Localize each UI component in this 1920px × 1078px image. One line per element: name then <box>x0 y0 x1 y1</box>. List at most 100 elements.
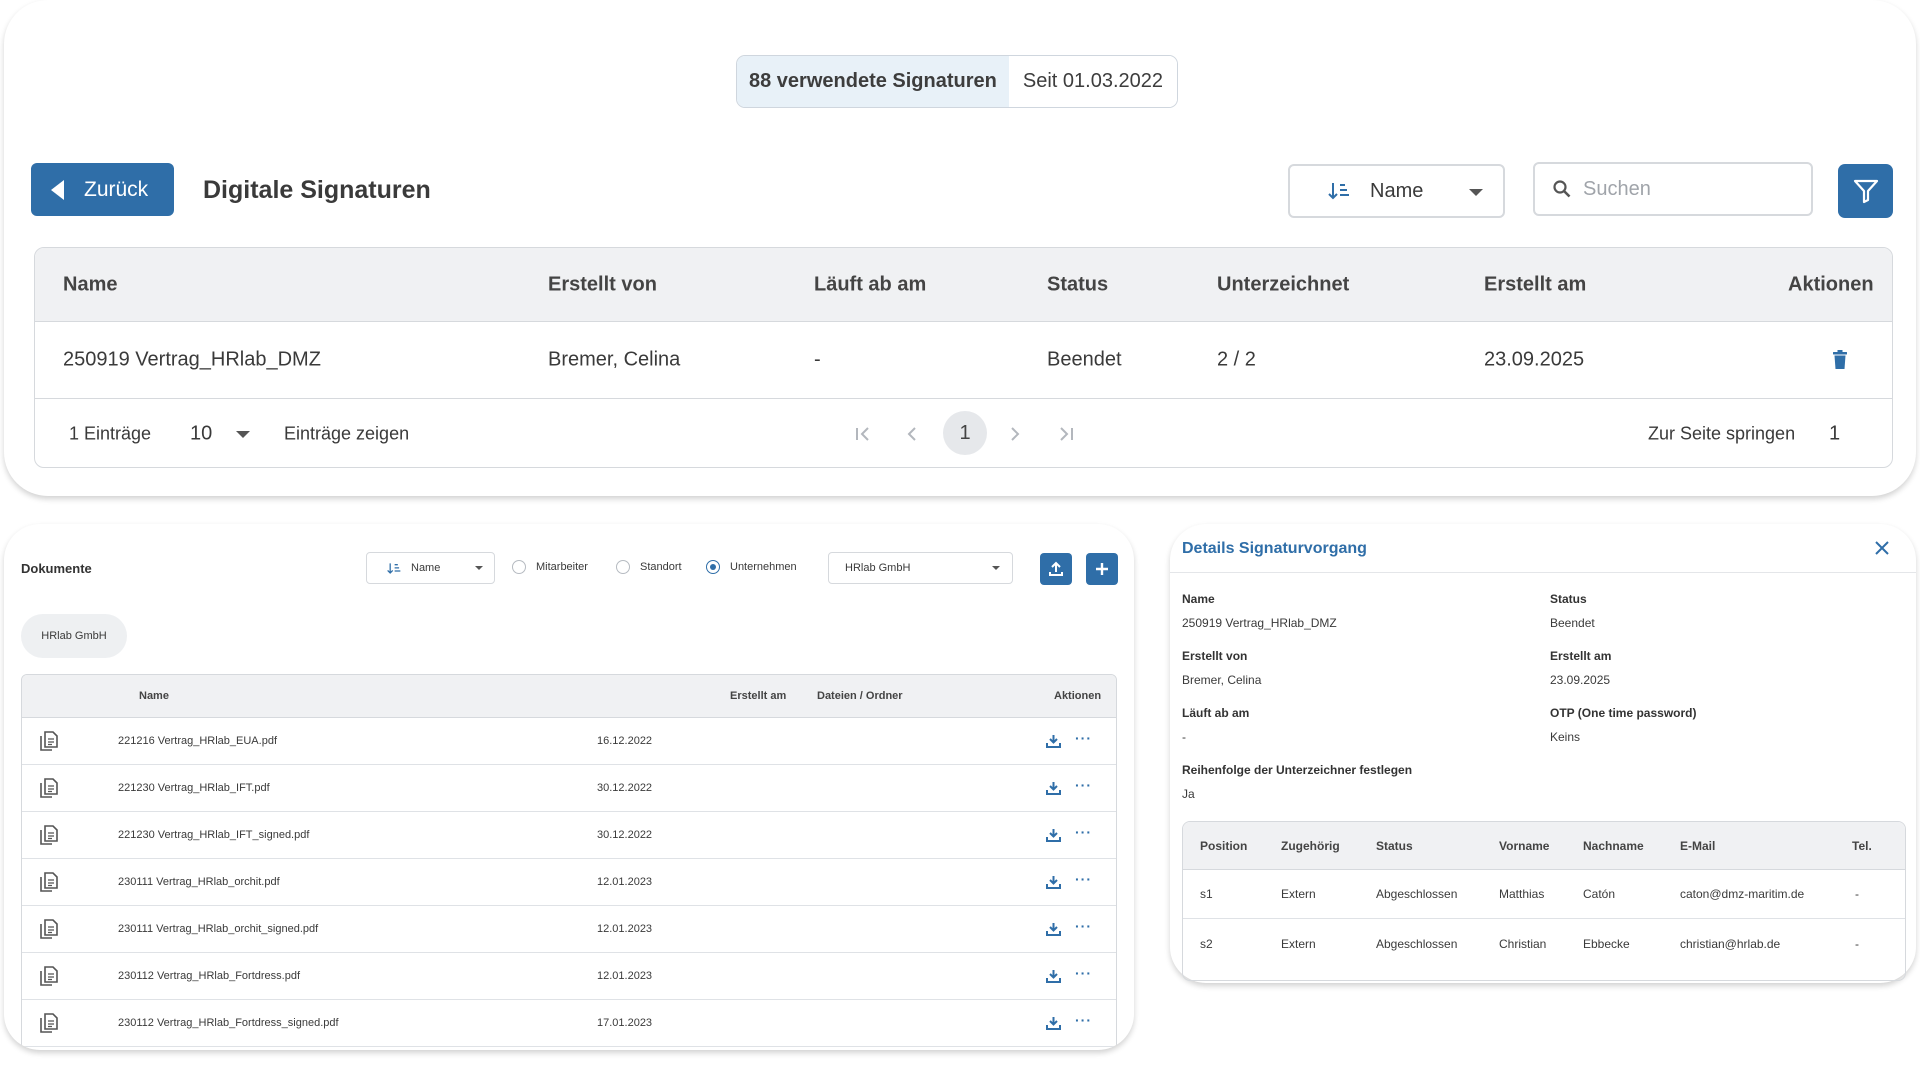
field-label-otp: OTP (One time password) <box>1550 706 1697 720</box>
table-row[interactable]: 230112 Vertrag_HRlab_Fortdress_signed.pd… <box>22 1000 1116 1047</box>
page-title: Digitale Signaturen <box>203 176 431 204</box>
cell-document-name[interactable]: 230112 Vertrag_HRlab_Fortdress.pdf <box>118 970 300 982</box>
company-select[interactable]: HRlab GmbH <box>828 552 1013 584</box>
trash-icon[interactable] <box>1832 350 1848 370</box>
documents-table: Name Erstellt am Dateien / Ordner Aktion… <box>21 674 1117 1050</box>
radio-button-selected[interactable] <box>706 560 720 574</box>
cell-document-name[interactable]: 230111 Vertrag_HRlab_orchit_signed.pdf <box>118 923 318 935</box>
column-header-created-at[interactable]: Erstellt am <box>730 690 786 702</box>
column-header-name[interactable]: Name <box>139 690 169 702</box>
radio-button[interactable] <box>616 560 630 574</box>
column-header-phone[interactable]: Tel. <box>1852 839 1872 853</box>
more-options-icon[interactable]: ··· <box>1075 871 1092 887</box>
more-options-icon[interactable]: ··· <box>1075 824 1092 840</box>
filter-button[interactable] <box>1838 164 1893 218</box>
field-label-created-at: Erstellt am <box>1550 649 1612 663</box>
chevron-down-icon[interactable] <box>236 431 250 438</box>
table-row[interactable]: 221230 Vertrag_HRlab_IFT.pdf 30.12.2022 ··… <box>22 765 1116 812</box>
document-icon <box>40 919 58 939</box>
search-input[interactable] <box>1583 177 1783 201</box>
column-header-belongs[interactable]: Zugehörig <box>1281 839 1340 853</box>
column-header-email[interactable]: E-Mail <box>1680 839 1715 853</box>
page-number-current[interactable]: 1 <box>943 411 987 455</box>
details-title: Details Signaturvorgang <box>1182 540 1367 557</box>
first-page-icon[interactable] <box>855 426 871 442</box>
column-header-expires[interactable]: Läuft ab am <box>814 273 926 296</box>
download-icon[interactable] <box>1046 875 1061 889</box>
field-label-expires: Läuft ab am <box>1182 706 1250 720</box>
cell-document-name[interactable]: 221230 Vertrag_HRlab_IFT_signed.pdf <box>118 829 309 841</box>
cell-document-name[interactable]: 221230 Vertrag_HRlab_IFT.pdf <box>118 782 270 794</box>
radio-label: Unternehmen <box>730 561 797 573</box>
jump-to-page-label: Zur Seite springen <box>1648 423 1796 444</box>
sort-select[interactable]: Name <box>1288 164 1505 218</box>
column-header-files-folders[interactable]: Dateien / Ordner <box>817 690 903 702</box>
column-header-position[interactable]: Position <box>1200 839 1247 853</box>
table-row[interactable]: s2 Extern Abgeschlossen Christian Ebbeck… <box>1183 919 1905 968</box>
table-row[interactable]: 230111 Vertrag_HRlab_orchit_signed.pdf 12… <box>22 906 1116 953</box>
field-value-created-at: 23.09.2025 <box>1550 673 1611 687</box>
table-row[interactable]: 250919 Vertrag_HRlab_DMZ Bremer, Celina … <box>35 322 1892 399</box>
download-icon[interactable] <box>1046 734 1061 748</box>
close-icon[interactable] <box>1874 540 1890 556</box>
back-button[interactable]: Zurück <box>31 163 174 216</box>
cell-created-at: 12.01.2023 <box>597 970 653 982</box>
cell-created-at: 30.12.2022 <box>597 829 653 841</box>
radio-standort[interactable]: Standort <box>616 560 682 574</box>
entries-count: 1 Einträge <box>69 423 152 444</box>
column-header-status[interactable]: Status <box>1376 839 1413 853</box>
field-value-otp: Keins <box>1550 730 1581 744</box>
download-icon[interactable] <box>1046 1016 1061 1030</box>
table-row[interactable]: 221230 Vertrag_HRlab_IFT_signed.pdf 30.12… <box>22 812 1116 859</box>
cell-document-name[interactable]: 230112 Vertrag_HRlab_Fortdress_signed.pd… <box>118 1017 339 1029</box>
field-label-created-by: Erstellt von <box>1182 649 1248 663</box>
filter-icon <box>1853 179 1878 204</box>
company-select-value: HRlab GmbH <box>845 562 911 574</box>
document-icon <box>40 731 58 751</box>
table-row[interactable]: s1 Extern Abgeschlossen Matthias Catón c… <box>1183 870 1905 919</box>
previous-page-icon[interactable] <box>906 426 918 442</box>
table-row[interactable]: 221216 Vertrag_HRlab_EUA.pdf 16.12.2022 ··… <box>22 718 1116 765</box>
chevron-down-icon <box>1469 189 1483 196</box>
column-header-status[interactable]: Status <box>1047 273 1108 296</box>
cell-document-name[interactable]: 230111 Vertrag_HRlab_orchit.pdf <box>118 876 280 888</box>
column-header-created-at[interactable]: Erstellt am <box>1484 273 1586 296</box>
download-icon[interactable] <box>1046 922 1061 936</box>
cell-created-at: 30.12.2022 <box>597 782 653 794</box>
more-options-icon[interactable]: ··· <box>1075 777 1092 793</box>
upload-button[interactable] <box>1040 553 1072 585</box>
sort-select-value: Name <box>1370 179 1424 202</box>
column-header-first-name[interactable]: Vorname <box>1499 839 1549 853</box>
documents-sort-value: Name <box>411 562 441 574</box>
download-icon[interactable] <box>1046 828 1061 842</box>
show-entries-label: Einträge zeigen <box>284 423 410 444</box>
table-header: Position Zugehörig Status Vorname Nachna… <box>1183 822 1905 870</box>
column-header-created-by[interactable]: Erstellt von <box>548 273 657 296</box>
column-header-name[interactable]: Name <box>63 273 117 296</box>
download-icon[interactable] <box>1046 781 1061 795</box>
table-row[interactable]: 230111 Vertrag_HRlab_orchit.pdf 12.01.202… <box>22 859 1116 906</box>
more-options-icon[interactable]: ··· <box>1075 965 1092 981</box>
field-value-name: 250919 Vertrag_HRlab_DMZ <box>1182 616 1337 630</box>
more-options-icon[interactable]: ··· <box>1075 1012 1092 1028</box>
cell-document-name[interactable]: 221216 Vertrag_HRlab_EUA.pdf <box>118 735 277 747</box>
search-box[interactable] <box>1533 162 1813 216</box>
page-size-select[interactable]: 10 <box>190 423 212 446</box>
document-icon <box>40 825 58 845</box>
next-page-icon[interactable] <box>1009 426 1021 442</box>
radio-unternehmen[interactable]: Unternehmen <box>706 560 797 574</box>
documents-sort-select[interactable]: Name <box>366 552 495 584</box>
more-options-icon[interactable]: ··· <box>1075 918 1092 934</box>
company-chip[interactable]: HRlab GmbH <box>21 614 127 658</box>
download-icon[interactable] <box>1046 969 1061 983</box>
documents-card: Dokumente Name Mitarbeiter Standort Unte… <box>4 524 1134 1050</box>
column-header-signed[interactable]: Unterzeichnet <box>1217 273 1349 296</box>
radio-button[interactable] <box>512 560 526 574</box>
column-header-last-name[interactable]: Nachname <box>1583 839 1644 853</box>
last-page-icon[interactable] <box>1058 426 1074 442</box>
add-button[interactable] <box>1086 553 1118 585</box>
jump-to-page-input[interactable]: 1 <box>1829 423 1840 446</box>
radio-mitarbeiter[interactable]: Mitarbeiter <box>512 560 588 574</box>
more-options-icon[interactable]: ··· <box>1075 730 1092 746</box>
table-row[interactable]: 230112 Vertrag_HRlab_Fortdress.pdf 12.01.… <box>22 953 1116 1000</box>
